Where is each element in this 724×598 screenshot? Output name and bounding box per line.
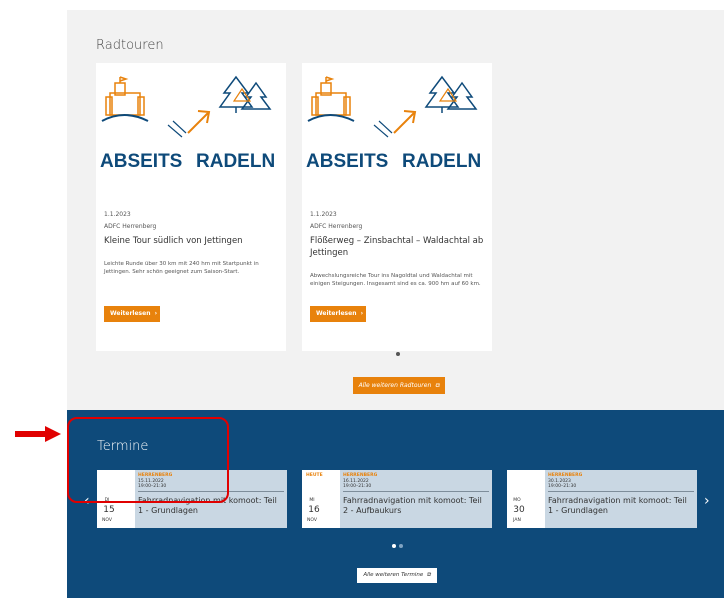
event-card[interactable]: HEUTE MI 16 NOV HERRENBERG 16.11.2022 19… [302, 470, 492, 528]
castle-icon [311, 76, 351, 116]
all-events-label: Alle weiteren Termine [363, 572, 424, 578]
event-month: NOV [102, 518, 112, 523]
all-tours-label: Alle weiteren Radtouren [358, 382, 432, 389]
all-tours-button[interactable]: Alle weiteren Radtouren ⧉ [353, 377, 445, 394]
event-weekday: MO [513, 498, 521, 503]
event-badge: HEUTE [306, 473, 323, 478]
event-weekday: MI [309, 498, 315, 503]
event-divider [548, 491, 694, 492]
red-arrow-icon [15, 426, 61, 442]
abseits-radeln-logo: ABSEITS RADELN [306, 75, 481, 172]
trees-icon [424, 75, 478, 113]
radtouren-heading: Radtouren [96, 38, 164, 53]
external-link-icon: ⧉ [433, 382, 440, 389]
read-more-label: Weiterlesen [110, 310, 151, 317]
wind-lines-icon [167, 120, 187, 138]
event-date-block: HEUTE MI 16 NOV [302, 470, 340, 528]
tour-description: Abwechslungsreiche Tour ins Nagoldtal un… [310, 273, 481, 287]
logo-word-radeln: RADELN [196, 151, 275, 172]
highlight-annotation [67, 417, 229, 503]
event-category: HERRENBERG [548, 473, 583, 478]
read-more-label: Weiterlesen [316, 310, 357, 317]
event-month: JAN [513, 518, 521, 523]
bridge-icon [101, 114, 149, 122]
read-more-button[interactable]: Weiterlesen › [104, 306, 160, 322]
tour-org: ADFC Herrenberg [310, 223, 363, 230]
event-month: NOV [307, 518, 317, 523]
event-day: 16 [308, 505, 320, 515]
next-arrow-icon[interactable]: › [704, 494, 710, 508]
arrow-icon [393, 110, 417, 134]
event-time: 19:00–21:30 [548, 484, 577, 489]
tour-card[interactable]: ABSEITS RADELN 1.1.2023 ADFC Herrenberg … [302, 63, 492, 351]
chevron-right-icon: › [152, 310, 158, 317]
event-info: HERRENBERG 30.1.2023 19:00–21:30 Fahrrad… [545, 470, 697, 528]
logo-word-abseits: ABSEITS [100, 151, 182, 172]
event-info: HERRENBERG 16.11.2022 19:00–21:30 Fahrra… [340, 470, 492, 528]
event-title[interactable]: Fahrradnavigation mit komoot: Teil 2 - A… [343, 496, 489, 516]
trees-icon [218, 75, 272, 113]
page: Radtouren ABSEITS RADELN 1.1.2023 ADFC H… [0, 0, 724, 598]
event-day: 30 [513, 505, 525, 515]
all-events-button[interactable]: Alle weiteren Termine ⧉ [357, 568, 437, 583]
radtouren-section: Radtouren ABSEITS RADELN 1.1.2023 ADFC H… [67, 10, 724, 410]
logo-word-radeln: RADELN [402, 151, 481, 172]
event-category: HERRENBERG [343, 473, 378, 478]
tour-date: 1.1.2023 [104, 211, 131, 218]
tour-description: Leichte Runde über 30 km mit 240 hm mit … [104, 261, 259, 275]
event-date-block: MO 30 JAN [507, 470, 545, 528]
event-card[interactable]: MO 30 JAN HERRENBERG 30.1.2023 19:00–21:… [507, 470, 697, 528]
event-title[interactable]: Fahrradnavigation mit komoot: Teil 1 - G… [548, 496, 694, 516]
pager-dot-active[interactable] [392, 544, 396, 548]
external-link-icon: ⧉ [424, 572, 431, 578]
tour-title[interactable]: Kleine Tour südlich von Jettingen [104, 235, 280, 247]
logo-word-abseits: ABSEITS [306, 151, 388, 172]
read-more-button[interactable]: Weiterlesen › [310, 306, 366, 322]
castle-icon [105, 76, 145, 116]
slider-dot[interactable] [396, 352, 400, 356]
event-divider [343, 491, 489, 492]
tour-date: 1.1.2023 [310, 211, 337, 218]
pager-dot[interactable] [399, 544, 403, 548]
abseits-radeln-logo: ABSEITS RADELN [100, 75, 275, 172]
tour-card[interactable]: ABSEITS RADELN 1.1.2023 ADFC Herrenberg … [96, 63, 286, 351]
chevron-right-icon: › [358, 310, 364, 317]
arrow-icon [187, 110, 211, 134]
event-time: 19:00–21:30 [343, 484, 372, 489]
tour-title[interactable]: Flößerweg – Zinsbachtal – Waldachtal ab … [310, 235, 486, 259]
bridge-icon [307, 114, 355, 122]
tour-org: ADFC Herrenberg [104, 223, 157, 230]
event-day: 15 [103, 505, 115, 515]
wind-lines-icon [373, 120, 393, 138]
